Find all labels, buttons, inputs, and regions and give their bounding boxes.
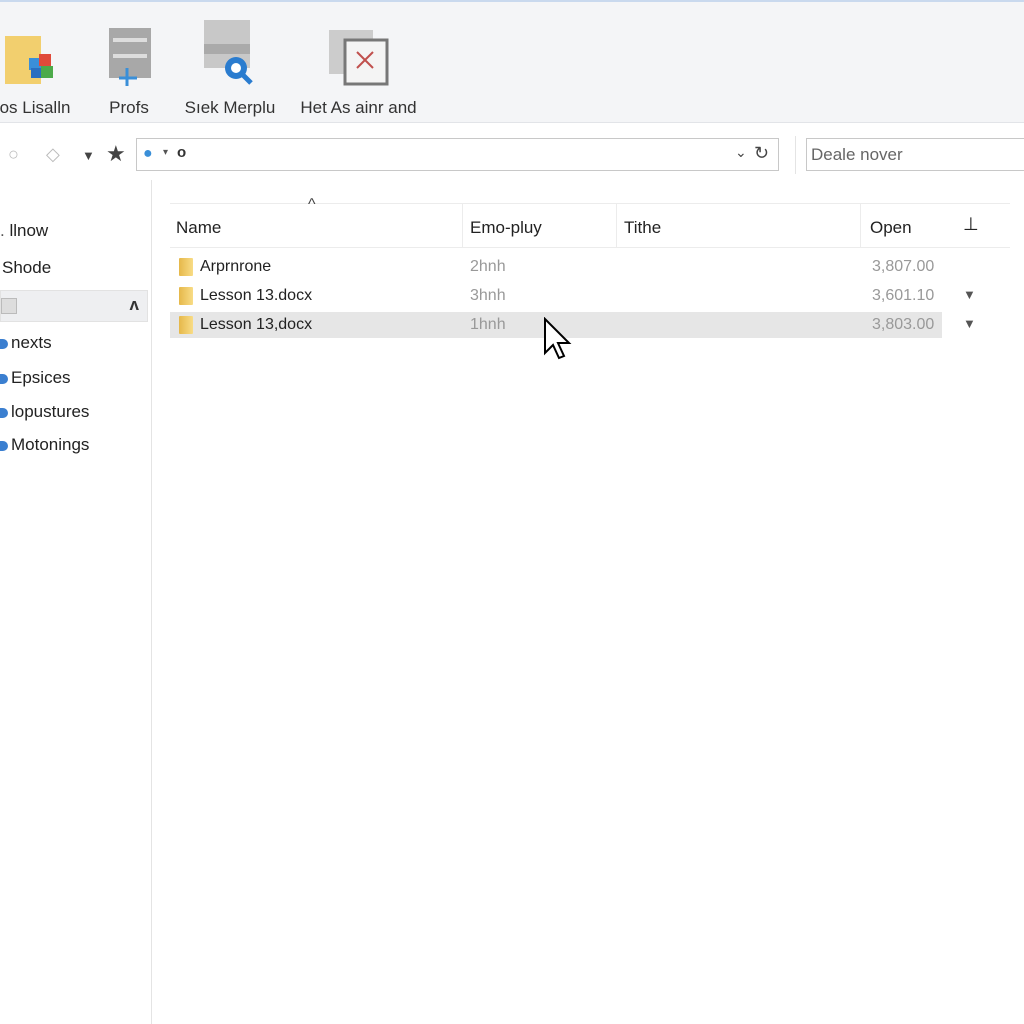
sidebar-item-label: Motonings (11, 435, 90, 454)
user-icon (0, 440, 8, 451)
folder-icon (0, 407, 8, 418)
column-options-icon[interactable]: ⊥ (963, 214, 979, 235)
address-dropdown-icon[interactable]: ▾ (163, 147, 168, 158)
refresh-icon[interactable]: ↻ (754, 143, 769, 164)
address-status-icon: o (177, 144, 187, 161)
column-header-open[interactable]: Open (870, 218, 912, 238)
sort-ascending-icon: ^ (308, 196, 316, 213)
column-divider[interactable] (860, 204, 861, 248)
sidebar-item[interactable]: . llnow (0, 221, 48, 241)
folder-icon (179, 287, 193, 305)
row-expand-icon[interactable]: ▼ (963, 287, 976, 302)
ribbon-button-apps[interactable]: os Lisalln (0, 16, 80, 118)
column-header-3[interactable]: Tithe (624, 218, 661, 238)
drive-icon (1, 298, 17, 314)
forward-icon[interactable]: ◇ (46, 144, 60, 165)
folder-icon (179, 316, 193, 334)
file-open: 3,803.00 (872, 316, 935, 333)
ribbon: os Lisalln Profs Sıek Merplu Het As ainr… (0, 0, 1024, 123)
folder-apps-icon (0, 16, 80, 88)
file-open: 3,807.00 (872, 258, 935, 275)
address-bar[interactable]: ● ▾ o ⌄ ↻ (136, 138, 779, 171)
column-header-name[interactable]: Name (176, 218, 221, 238)
sidebar-item[interactable]: Epsices (0, 368, 71, 388)
file-name: Lesson 13,docx (200, 316, 313, 333)
row-expand-icon[interactable]: ▼ (963, 316, 976, 331)
ribbon-button-label: os Lisalln (0, 98, 71, 117)
sidebar-item[interactable]: nexts (0, 333, 52, 353)
sidebar-group-header[interactable]: ʌ (0, 290, 148, 322)
sidebar-item[interactable]: lopustures (0, 402, 89, 422)
sidebar-item-label: llnow (9, 221, 49, 240)
ribbon-button-label: Sıek Merplu (184, 98, 276, 117)
history-dropdown-icon[interactable]: ⌄ (735, 144, 747, 161)
collapse-icon[interactable]: ʌ (130, 295, 139, 315)
sidebar-item-label: lopustures (11, 402, 90, 421)
ribbon-button-label: Het As ainr and (300, 98, 417, 117)
file-name: Lesson 13.docx (200, 287, 313, 304)
file-name: Arprnrone (200, 258, 272, 275)
ribbon-button-profs[interactable]: Profs (100, 16, 158, 118)
mouse-cursor-icon (544, 317, 572, 360)
network-icon: ● (143, 145, 153, 162)
sidebar-item-label: Epsices (11, 368, 71, 387)
window-close-icon (296, 16, 421, 88)
search-input[interactable] (806, 138, 1024, 171)
search-drive-icon (180, 16, 280, 88)
file-col2: 1hnh (470, 316, 506, 333)
back-icon[interactable]: ○ (8, 144, 19, 165)
dropdown-icon[interactable]: ▼ (82, 148, 95, 163)
sidebar-item[interactable]: Motonings (0, 435, 89, 455)
sidebar-item-label: nexts (11, 333, 52, 352)
file-col2: 2hnh (470, 258, 506, 275)
table-header: ^ Name Emo-pluy Tithe Open ⊥ (170, 196, 1010, 248)
table-row[interactable]: Lesson 13.docx 3hnh 3,601.10 (170, 283, 942, 309)
star-icon[interactable]: ★ (106, 141, 126, 167)
file-col2: 3hnh (470, 287, 506, 304)
server-add-icon (100, 16, 158, 88)
table-row[interactable]: Arprnrone 2hnh 3,807.00 (170, 254, 942, 280)
sidebar: . llnow Shode ʌ nexts Epsices lopustures… (0, 180, 152, 1024)
network-icon (0, 338, 8, 349)
folder-icon (0, 373, 8, 384)
divider (795, 136, 796, 174)
column-divider[interactable] (462, 204, 463, 248)
ribbon-button-search[interactable]: Sıek Merplu (180, 16, 280, 118)
column-header-2[interactable]: Emo-pluy (470, 218, 542, 238)
column-divider[interactable] (616, 204, 617, 248)
sidebar-item-label: Shode (2, 258, 52, 277)
ribbon-button-label: Profs (109, 98, 149, 117)
folder-icon (179, 258, 193, 276)
file-open: 3,601.10 (872, 287, 935, 304)
sidebar-item[interactable]: Shode (2, 258, 51, 278)
ribbon-button-window[interactable]: Het As ainr and (296, 16, 421, 118)
